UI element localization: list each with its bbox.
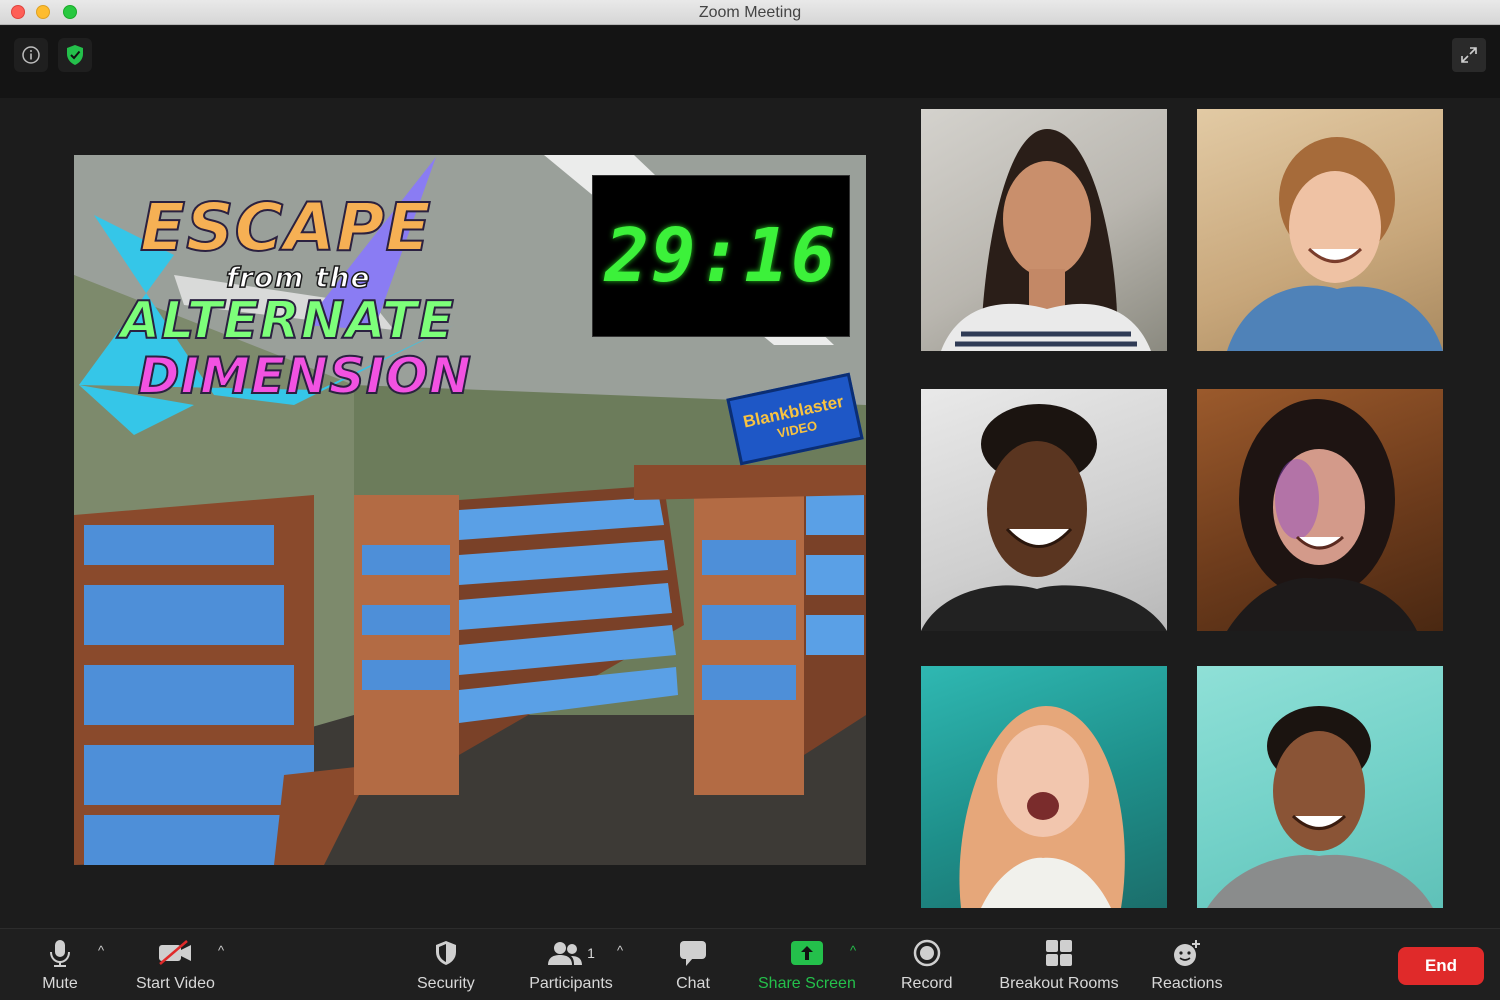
participant-video-tile[interactable] xyxy=(1197,389,1443,631)
breakout-rooms-icon xyxy=(1046,940,1072,966)
fullscreen-button[interactable] xyxy=(1452,38,1486,72)
shield-check-icon xyxy=(67,45,83,65)
end-meeting-button[interactable]: End xyxy=(1398,947,1484,985)
record-label: Record xyxy=(901,975,953,992)
title-line-alternate: ALTERNATE xyxy=(119,290,455,352)
window-title: Zoom Meeting xyxy=(698,4,802,21)
title-bar: Zoom Meeting xyxy=(0,0,1500,25)
record-icon xyxy=(913,939,941,967)
meeting-info-button[interactable] xyxy=(14,38,48,72)
encryption-button[interactable] xyxy=(58,38,92,72)
participant-video-tile[interactable] xyxy=(921,389,1167,631)
participant-photo xyxy=(1227,137,1443,351)
meeting-top-bar xyxy=(0,26,1500,98)
participant-video-tile[interactable] xyxy=(921,109,1167,351)
chat-button[interactable]: Chat xyxy=(673,935,713,993)
participant-photo xyxy=(1227,399,1417,631)
video-off-icon xyxy=(159,940,192,965)
countdown-timer: 29:16 xyxy=(592,175,850,337)
share-options-caret[interactable]: ^ xyxy=(850,943,856,958)
video-options-caret[interactable]: ^ xyxy=(218,943,224,958)
share-screen-label: Share Screen xyxy=(758,975,856,992)
info-icon xyxy=(22,46,40,64)
participant-video-tile[interactable] xyxy=(1197,109,1443,351)
reactions-label: Reactions xyxy=(1151,975,1223,992)
security-button[interactable]: Security xyxy=(417,935,475,993)
timer-value: 29:16 xyxy=(604,213,838,299)
breakout-rooms-label: Breakout Rooms xyxy=(999,975,1119,992)
participants-button[interactable]: 1 Participants xyxy=(526,935,616,993)
reactions-icon xyxy=(1174,940,1200,966)
participant-video-tile[interactable] xyxy=(921,666,1167,908)
escape-title-graphic: ESCAPE from the ALTERNATE DIMENSION xyxy=(78,161,518,421)
shared-screen: ESCAPE from the ALTERNATE DIMENSION 29:1… xyxy=(74,155,866,865)
share-screen-icon xyxy=(790,941,823,965)
chat-label: Chat xyxy=(676,975,710,992)
participant-photo xyxy=(1207,706,1433,908)
fullscreen-icon xyxy=(1461,47,1477,63)
meeting-toolbar: Mute ^ Start Video ^ Security 1 Particip… xyxy=(0,928,1500,1000)
chat-icon xyxy=(680,941,706,966)
breakout-rooms-button[interactable]: Breakout Rooms xyxy=(997,935,1121,993)
security-label: Security xyxy=(417,975,475,992)
participant-photo xyxy=(959,706,1125,908)
participants-icon xyxy=(548,942,583,965)
audio-options-caret[interactable]: ^ xyxy=(98,943,104,958)
title-line-dimension: DIMENSION xyxy=(137,346,472,406)
participants-label: Participants xyxy=(529,975,613,992)
participant-video-tile[interactable] xyxy=(1197,666,1443,908)
title-line-from-the: from the xyxy=(225,260,371,295)
zoom-window: Zoom Meeting ESCAPE from the ALTERNATE D… xyxy=(0,0,1500,1000)
record-button[interactable]: Record xyxy=(901,935,953,993)
participants-options-caret[interactable]: ^ xyxy=(617,943,623,958)
start-video-button[interactable]: Start Video xyxy=(136,935,215,993)
mute-label: Mute xyxy=(42,975,78,992)
share-screen-button[interactable]: Share Screen xyxy=(758,935,856,993)
participant-photo xyxy=(921,404,1167,631)
shield-icon xyxy=(435,941,456,965)
mute-button[interactable]: Mute xyxy=(40,935,80,993)
reactions-button[interactable]: Reactions xyxy=(1149,935,1225,993)
title-line-escape: ESCAPE xyxy=(139,188,432,267)
microphone-icon xyxy=(50,940,70,967)
start-video-label: Start Video xyxy=(136,975,215,992)
participant-photo xyxy=(941,129,1151,351)
participants-count: 1 xyxy=(587,945,595,961)
meeting-main-area: ESCAPE from the ALTERNATE DIMENSION 29:1… xyxy=(0,98,1500,928)
